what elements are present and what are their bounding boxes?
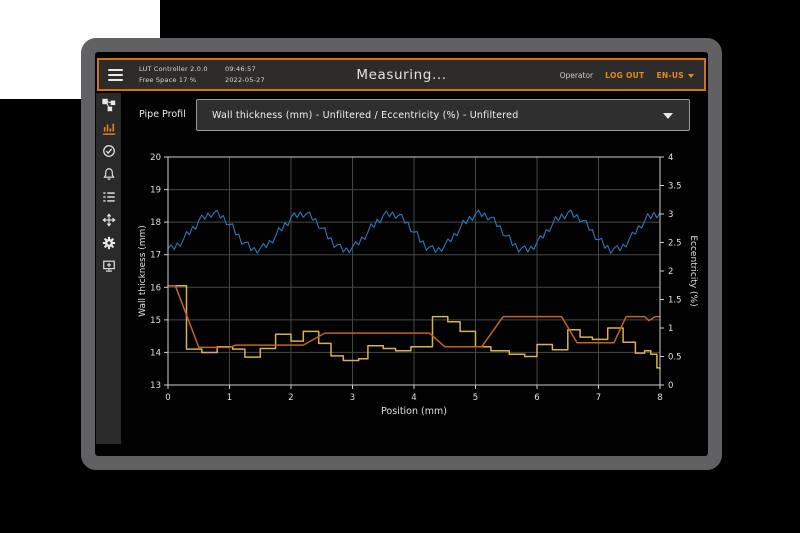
bar-chart-icon: [102, 121, 116, 135]
sidebar-item-alarms[interactable]: [101, 166, 117, 182]
top-bar-right: Operator LOG OUT EN-US: [560, 71, 694, 80]
tick-label-left: 17: [150, 251, 161, 261]
move-arrows-icon: [102, 213, 116, 227]
tick-label-right: 4: [668, 153, 673, 163]
list-icon: [102, 190, 116, 204]
tick-label-right: 2: [668, 267, 673, 277]
sidebar: [96, 93, 121, 444]
top-bar: LUT Controller 2.0.0 09:46:57 Free Space…: [97, 58, 706, 91]
y-axis-right-title: Eccentricity (%): [688, 235, 698, 306]
tick-label-bottom: 2: [288, 393, 293, 403]
pipe-profile-chart: 20 19 18 17 16 15 14 13 4 3.5 3 2.5 2 1.5 1 0.5 0 0 1 2 3 4 5 6…: [125, 147, 700, 427]
dropdown-caret-icon: [663, 113, 673, 119]
gear-icon: [102, 236, 116, 250]
monitor-plus-icon: [102, 259, 116, 273]
x-axis-title: Position (mm): [381, 406, 447, 417]
tick-label-right: 3.5: [668, 182, 682, 192]
chart-canvas: 20 19 18 17 16 15 14 13 4 3.5 3 2.5 2 1.5 1 0.5 0 0 1 2 3 4 5 6…: [125, 147, 700, 427]
sidebar-item-display-add[interactable]: [101, 258, 117, 274]
language-label: EN-US: [656, 71, 684, 80]
pipe-profile-label: Pipe Profil: [139, 109, 186, 120]
sidebar-item-settings[interactable]: [101, 235, 117, 251]
nodes-icon: [102, 98, 116, 112]
tick-label-bottom: 1: [227, 393, 232, 403]
sidebar-item-quality-check[interactable]: [101, 143, 117, 159]
tick-label-bottom: 0: [165, 393, 170, 403]
bell-icon: [102, 167, 116, 181]
y-axis-left-title: Wall thickness (mm): [138, 225, 148, 317]
tick-label-right: 0: [668, 381, 673, 391]
sidebar-item-pipe-profile[interactable]: [101, 120, 117, 136]
sidebar-item-measurement-nodes[interactable]: [101, 97, 117, 113]
tick-label-left: 18: [150, 218, 161, 228]
tick-label-left: 16: [150, 283, 161, 293]
chevron-down-icon: [688, 74, 694, 78]
tick-label-left: 13: [150, 381, 161, 391]
tick-label-right: 0.5: [668, 353, 682, 363]
tick-label-bottom: 3: [350, 393, 355, 403]
sidebar-item-positioning[interactable]: [101, 212, 117, 228]
sidebar-item-log-list[interactable]: [101, 189, 117, 205]
tick-label-bottom: 6: [534, 393, 539, 403]
monitor-bezel: LUT Controller 2.0.0 09:46:57 Free Space…: [81, 38, 722, 470]
screen: LUT Controller 2.0.0 09:46:57 Free Space…: [95, 52, 708, 456]
tick-label-left: 14: [150, 348, 161, 358]
page: { "top_bar": { "app_name": "LUT Controll…: [0, 0, 800, 533]
language-selector[interactable]: EN-US: [656, 71, 694, 80]
pipe-profile-selected-value: Wall thickness (mm) - Unfiltered / Eccen…: [197, 110, 518, 121]
tick-label-left: 19: [150, 186, 161, 196]
tick-label-left: 20: [150, 153, 161, 163]
tick-label-bottom: 4: [411, 393, 416, 403]
tick-label-left: 15: [150, 316, 161, 326]
tick-label-right: 1: [668, 324, 673, 334]
tick-label-bottom: 7: [596, 393, 601, 403]
logout-button[interactable]: LOG OUT: [605, 71, 644, 80]
tick-label-right: 3: [668, 210, 673, 220]
tick-label-right: 1.5: [668, 296, 682, 306]
user-role: Operator: [560, 71, 594, 80]
check-circle-icon: [102, 144, 116, 158]
pipe-profile-select[interactable]: Wall thickness (mm) - Unfiltered / Eccen…: [196, 99, 690, 131]
tick-label-right: 2.5: [668, 239, 682, 249]
tick-label-bottom: 5: [473, 393, 478, 403]
tick-label-bottom: 8: [657, 393, 662, 403]
